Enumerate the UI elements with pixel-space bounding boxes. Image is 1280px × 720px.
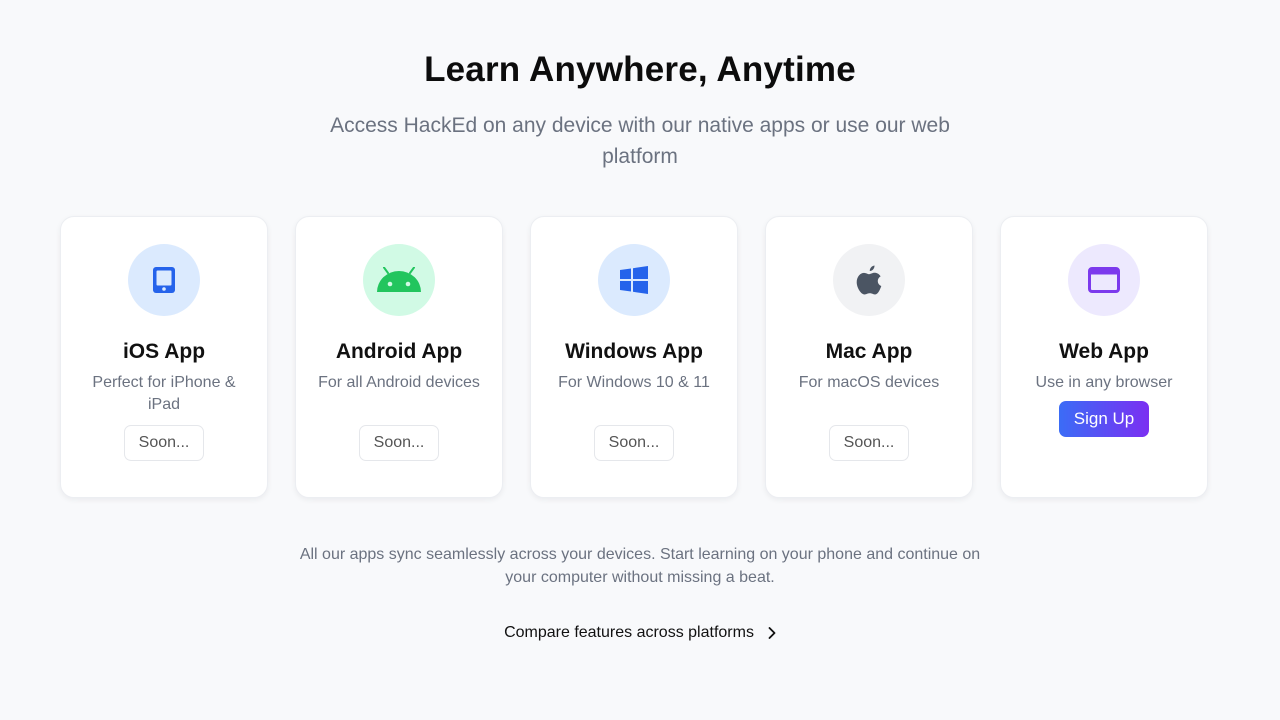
web-app-title: Web App	[1059, 340, 1149, 363]
windows-app-card: Windows App For Windows 10 & 11 Soon...	[530, 216, 738, 498]
chevron-right-icon	[768, 627, 776, 639]
windows-icon	[620, 266, 648, 294]
mac-app-description: For macOS devices	[798, 374, 940, 391]
mac-icon-badge	[833, 244, 905, 316]
mac-app-card: Mac App For macOS devices Soon...	[765, 216, 973, 498]
android-soon-button[interactable]: Soon...	[359, 425, 439, 461]
web-icon-badge	[1068, 244, 1140, 316]
ios-soon-button[interactable]: Soon...	[124, 425, 204, 461]
sign-up-button[interactable]: Sign Up	[1059, 401, 1149, 437]
ios-app-card: iOS App Perfect for iPhone & iPad Soon..…	[60, 216, 268, 498]
page-subtitle: Access HackEd on any device with our nat…	[330, 114, 950, 168]
sync-description: All our apps sync seamlessly across your…	[299, 546, 981, 586]
ios-icon-badge	[128, 244, 200, 316]
android-app-description: For all Android devices	[318, 374, 480, 391]
apple-icon	[856, 265, 882, 295]
browser-window-icon	[1088, 267, 1120, 293]
android-icon-badge	[363, 244, 435, 316]
windows-app-description: For Windows 10 & 11	[558, 374, 710, 391]
ios-app-description: Perfect for iPhone & iPad	[92, 374, 236, 413]
ios-app-title: iOS App	[122, 340, 206, 363]
windows-soon-button[interactable]: Soon...	[594, 425, 674, 461]
app-cards: iOS App Perfect for iPhone & iPad Soon..…	[60, 216, 1208, 498]
web-app-description: Use in any browser	[1035, 374, 1173, 391]
mac-soon-button[interactable]: Soon...	[829, 425, 909, 461]
mac-app-title: Mac App	[825, 340, 913, 363]
tablet-icon	[153, 267, 175, 293]
android-icon	[377, 267, 421, 292]
compare-features-label: Compare features across platforms	[504, 624, 754, 641]
page-title: Learn Anywhere, Anytime	[424, 50, 856, 89]
android-app-title: Android App	[335, 340, 463, 363]
compare-features-link[interactable]: Compare features across platforms	[0, 624, 1280, 642]
web-app-card: Web App Use in any browser Sign Up	[1000, 216, 1208, 498]
android-app-card: Android App For all Android devices Soon…	[295, 216, 503, 498]
windows-icon-badge	[598, 244, 670, 316]
windows-app-title: Windows App	[565, 340, 703, 363]
page: Learn Anywhere, Anytime Access HackEd on…	[0, 0, 1280, 720]
